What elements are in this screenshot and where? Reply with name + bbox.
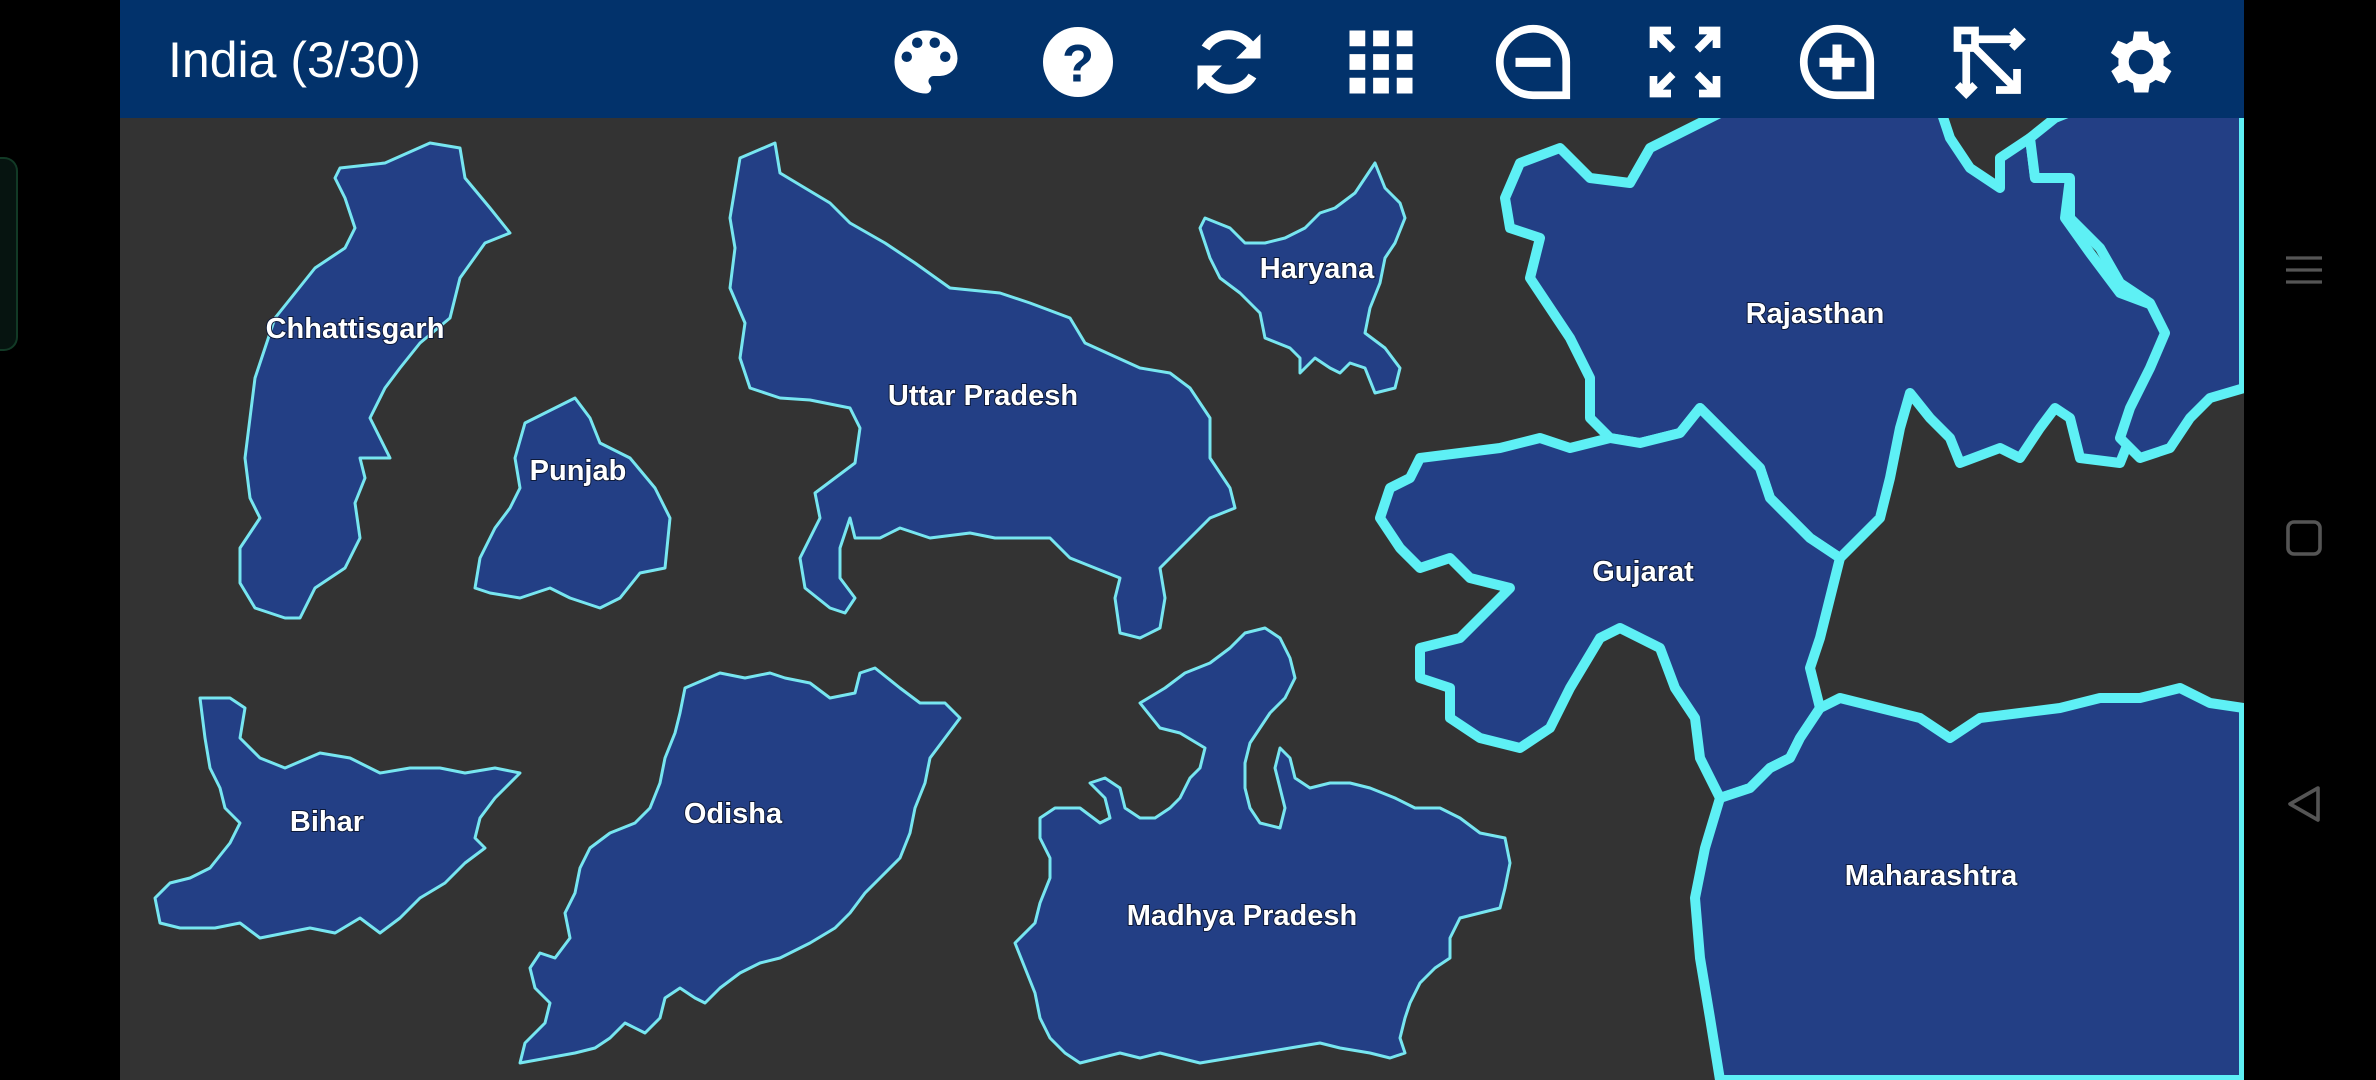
fit-screen-button[interactable] — [1639, 16, 1731, 108]
gear-icon — [2110, 31, 2172, 93]
label-chhattisgarh: Chhattisgarh — [266, 313, 445, 345]
recents-button[interactable] — [2274, 240, 2334, 300]
palette-button[interactable] — [880, 16, 972, 108]
label-gujarat: Gujarat — [1592, 556, 1694, 588]
help-circle-icon: ? — [1043, 27, 1113, 97]
label-madhya-pradesh: Madhya Pradesh — [1127, 900, 1357, 932]
label-maharashtra: Maharashtra — [1845, 860, 2018, 892]
home-button[interactable] — [2274, 508, 2334, 568]
help-button[interactable]: ? — [1032, 16, 1124, 108]
piece-odisha[interactable] — [518, 666, 962, 1065]
zoom-out-button[interactable] — [1487, 16, 1579, 108]
label-punjab: Punjab — [530, 455, 627, 487]
zoom-out-icon — [1495, 24, 1571, 100]
settings-button[interactable] — [2095, 16, 2187, 108]
page-title: India (3/30) — [168, 32, 421, 88]
scatter-arrows-icon — [1953, 26, 2026, 99]
grid-icon — [1349, 30, 1413, 94]
grid-button[interactable] — [1335, 16, 1427, 108]
palette-icon — [894, 30, 958, 94]
label-bihar: Bihar — [290, 806, 364, 838]
edge-panel-handle[interactable] — [0, 157, 18, 351]
left-screen-edge — [0, 0, 120, 1080]
puzzle-board: Chhattisgarh Punjab Uttar Pradesh Haryan… — [153, 118, 2244, 1080]
puzzle-app: India (3/30) ? Chhattisgarh Punjab Uttar… — [120, 0, 2244, 1080]
refresh-icon — [1197, 30, 1261, 94]
svg-text:?: ? — [1062, 34, 1094, 93]
refresh-button[interactable] — [1183, 16, 1275, 108]
expand-arrows-icon — [1649, 26, 1721, 98]
back-button[interactable] — [2274, 774, 2334, 834]
label-haryana: Haryana — [1260, 253, 1375, 285]
label-uttar-pradesh: Uttar Pradesh — [888, 380, 1078, 412]
zoom-in-button[interactable] — [1791, 16, 1883, 108]
system-nav-bar — [2244, 0, 2376, 1080]
back-triangle-icon — [2288, 786, 2320, 822]
zoom-in-icon — [1799, 24, 1875, 100]
square-icon — [2286, 520, 2322, 556]
piece-punjab[interactable] — [473, 396, 672, 610]
piece-chhattisgarh[interactable] — [238, 141, 512, 620]
menu-icon — [2286, 256, 2322, 284]
scatter-button[interactable] — [1943, 16, 2035, 108]
label-odisha: Odisha — [684, 798, 783, 830]
top-toolbar: India (3/30) ? — [120, 0, 2244, 118]
label-rajasthan: Rajasthan — [1746, 298, 1885, 330]
piece-madhya-pradesh[interactable] — [1013, 626, 1512, 1065]
